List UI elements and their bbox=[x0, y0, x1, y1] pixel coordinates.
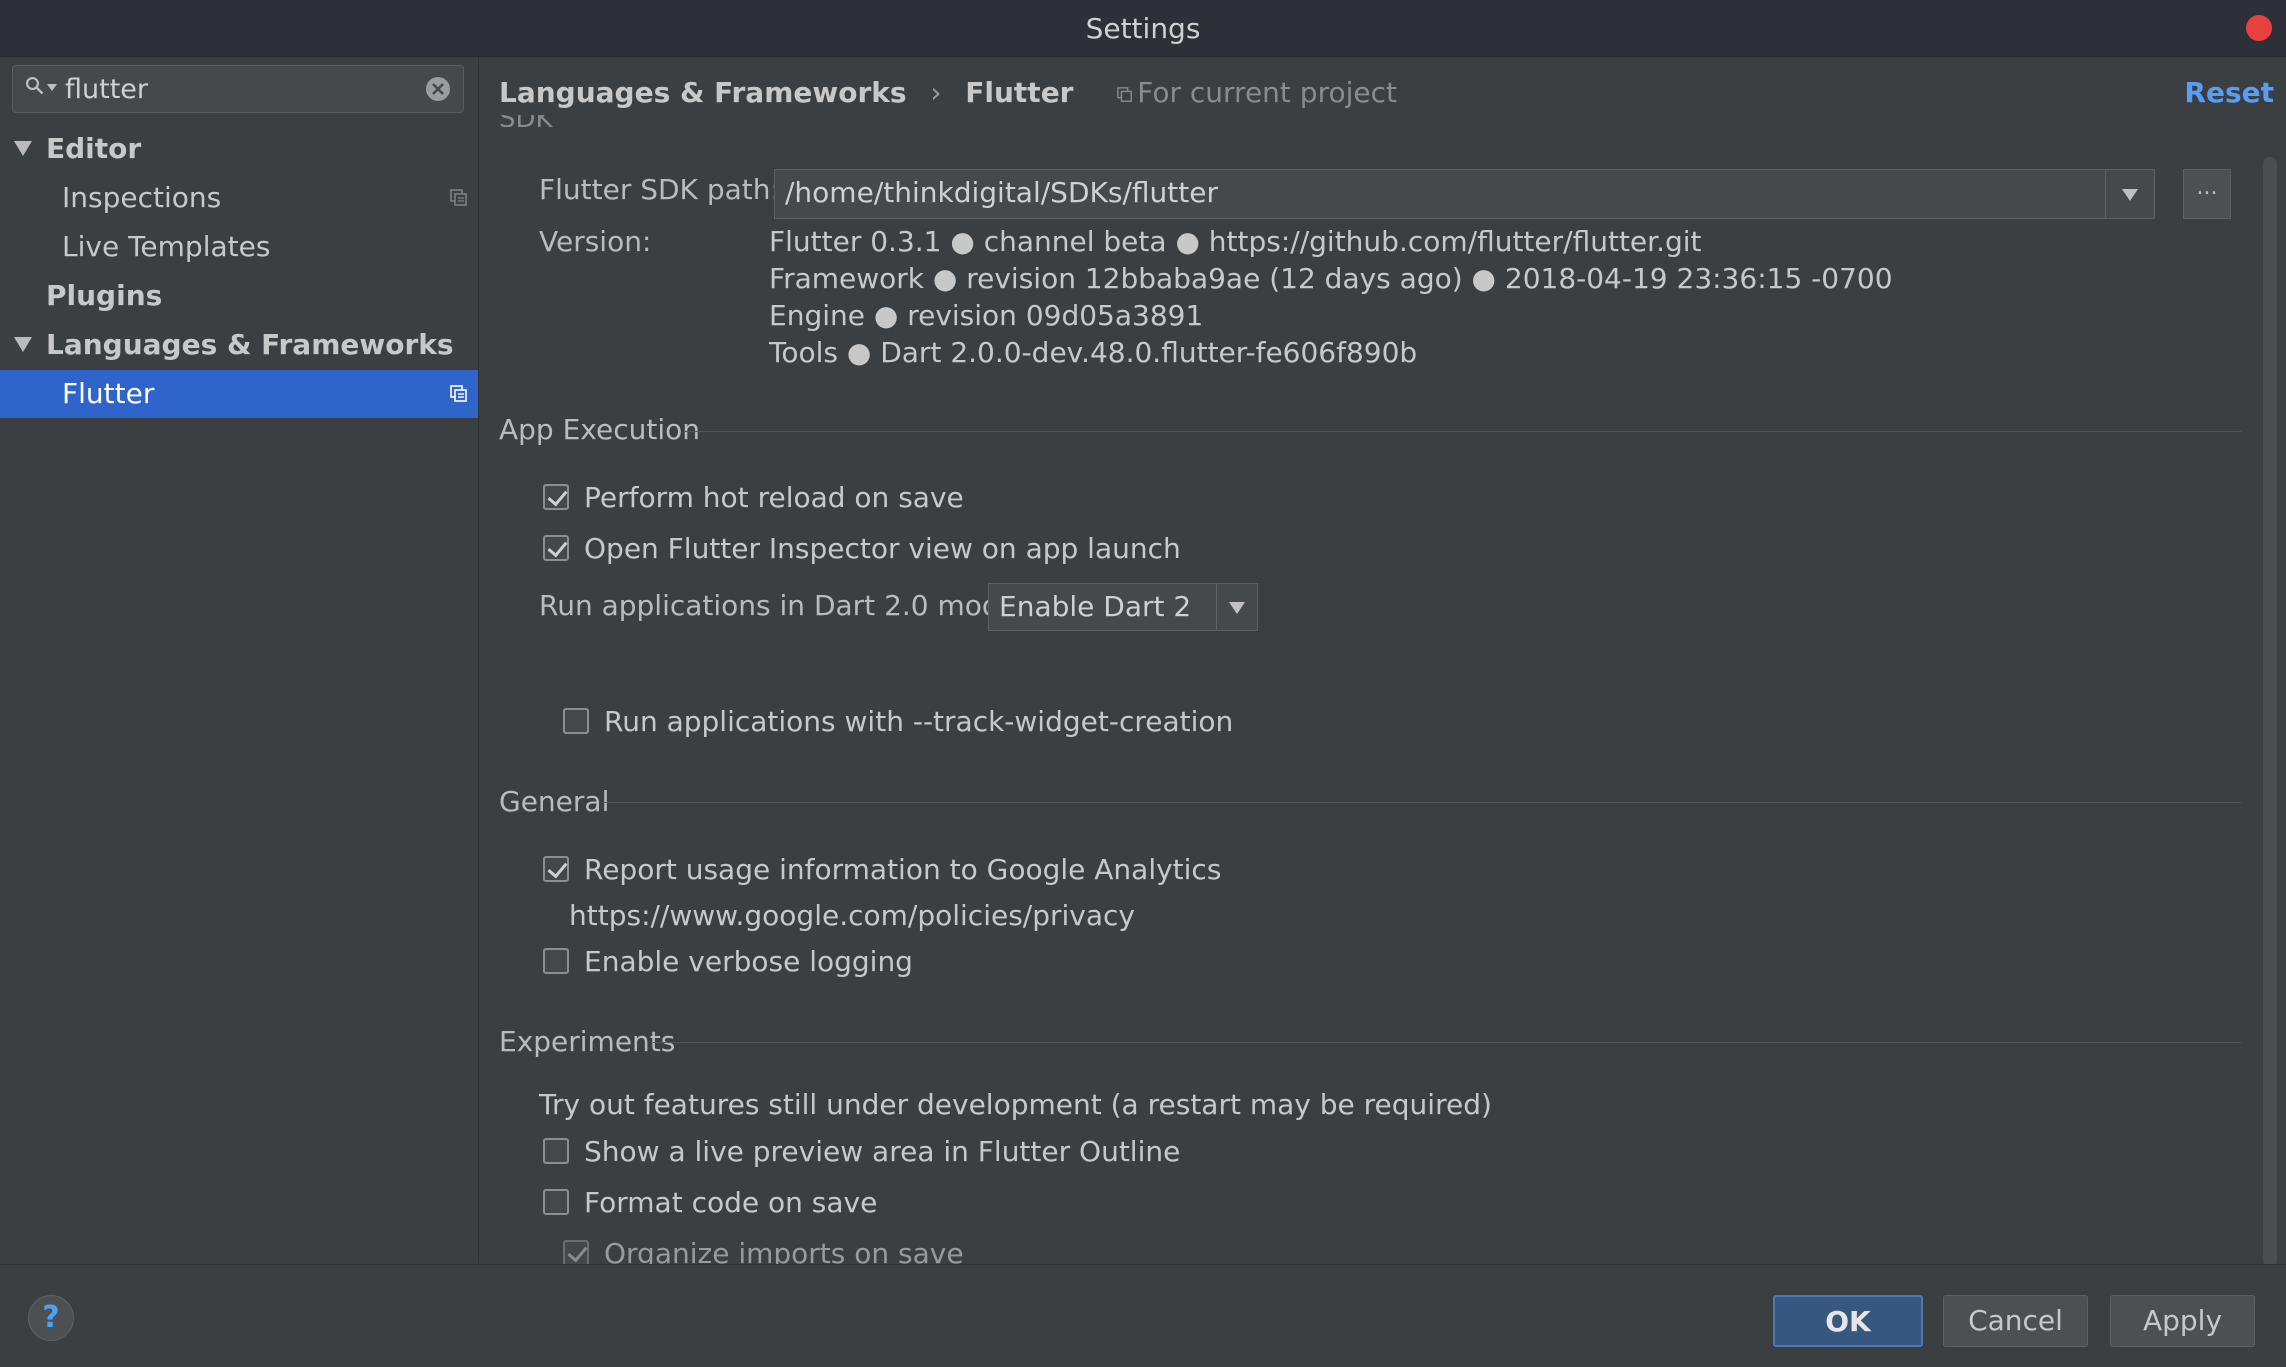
section-divider bbox=[653, 1042, 2241, 1043]
expand-triangle-icon[interactable] bbox=[14, 141, 32, 156]
privacy-url-text: https://www.google.com/policies/privacy bbox=[569, 899, 1135, 932]
cancel-button[interactable]: Cancel bbox=[1943, 1295, 2088, 1347]
project-scope-icon bbox=[450, 385, 467, 402]
organize-imports-checkbox bbox=[563, 1240, 589, 1266]
settings-sidebar: Editor Inspections Live Templates Plugin… bbox=[0, 57, 479, 1263]
window-title: Settings bbox=[1085, 12, 1201, 45]
chevron-down-icon bbox=[1229, 602, 1245, 614]
general-title: General bbox=[499, 785, 610, 818]
tree-item-plugins[interactable]: Plugins bbox=[0, 272, 478, 320]
tree-item-live-templates[interactable]: Live Templates bbox=[0, 223, 478, 271]
app-execution-title: App Execution bbox=[499, 413, 701, 446]
help-button[interactable]: ? bbox=[28, 1295, 74, 1341]
experiments-title: Experiments bbox=[499, 1025, 676, 1058]
dart-mode-value: Enable Dart 2 bbox=[999, 590, 1192, 623]
section-divider bbox=[685, 431, 2241, 432]
tree-item-editor[interactable]: Editor bbox=[0, 125, 478, 173]
tree-item-label: Plugins bbox=[46, 279, 163, 312]
tree-item-label: Editor bbox=[46, 132, 142, 165]
dart-mode-dropdown-button[interactable] bbox=[1216, 584, 1257, 630]
experiments-description: Try out features still under development… bbox=[539, 1088, 1492, 1121]
close-window-button[interactable] bbox=[2246, 15, 2272, 41]
track-widget-checkbox[interactable] bbox=[563, 708, 589, 734]
hot-reload-label[interactable]: Perform hot reload on save bbox=[584, 481, 964, 514]
format-on-save-checkbox[interactable] bbox=[543, 1189, 569, 1215]
search-icon bbox=[26, 77, 44, 95]
verbose-logging-checkbox[interactable] bbox=[543, 948, 569, 974]
tree-item-languages-frameworks[interactable]: Languages & Frameworks bbox=[0, 321, 478, 369]
project-scope-icon bbox=[1117, 87, 1133, 102]
scope-label: For current project bbox=[1137, 76, 1397, 109]
browse-sdk-button[interactable]: ... bbox=[2183, 169, 2231, 219]
hot-reload-checkbox[interactable] bbox=[543, 484, 569, 510]
tree-item-inspections[interactable]: Inspections bbox=[0, 174, 478, 222]
section-divider bbox=[601, 802, 2241, 803]
sdk-path-dropdown-button[interactable] bbox=[2105, 170, 2154, 218]
project-scope-icon bbox=[450, 189, 467, 206]
content-scrollbar[interactable] bbox=[2263, 157, 2277, 1267]
sdk-path-value: /home/thinkdigital/SDKs/flutter bbox=[785, 176, 1218, 209]
apply-button[interactable]: Apply bbox=[2110, 1295, 2255, 1347]
sdk-section-title-cut: SDK bbox=[499, 115, 553, 127]
track-widget-label[interactable]: Run applications with --track-widget-cre… bbox=[604, 705, 1233, 738]
reset-link[interactable]: Reset bbox=[2184, 71, 2274, 115]
breadcrumb-parent[interactable]: Languages & Frameworks bbox=[499, 76, 907, 109]
open-inspector-label[interactable]: Open Flutter Inspector view on app launc… bbox=[584, 532, 1181, 565]
dart-mode-select[interactable]: Enable Dart 2 bbox=[988, 583, 1258, 631]
tree-item-label: Languages & Frameworks bbox=[46, 328, 454, 361]
title-bar: Settings bbox=[0, 0, 2286, 57]
search-options-chevron-icon[interactable] bbox=[47, 84, 57, 92]
tree-item-flutter[interactable]: Flutter bbox=[0, 370, 478, 418]
version-line: Framework ● revision 12bbaba9ae (12 days… bbox=[769, 262, 1893, 295]
version-label: Version: bbox=[539, 225, 652, 258]
version-line: Engine ● revision 09d05a3891 bbox=[769, 299, 1204, 332]
breadcrumb-current: Flutter bbox=[965, 76, 1074, 109]
live-preview-label[interactable]: Show a live preview area in Flutter Outl… bbox=[584, 1135, 1180, 1168]
expand-triangle-icon[interactable] bbox=[14, 337, 32, 352]
dialog-footer: ? OK Cancel Apply bbox=[0, 1264, 2286, 1367]
dart-mode-label: Run applications in Dart 2.0 mode: bbox=[539, 589, 1027, 622]
report-usage-label[interactable]: Report usage information to Google Analy… bbox=[584, 853, 1221, 886]
report-usage-checkbox[interactable] bbox=[543, 856, 569, 882]
tree-item-label: Flutter bbox=[62, 377, 155, 410]
sdk-path-label: Flutter SDK path: bbox=[539, 173, 780, 206]
scope-indicator: For current project bbox=[1117, 76, 1397, 109]
format-on-save-label[interactable]: Format code on save bbox=[584, 1186, 877, 1219]
version-line: Flutter 0.3.1 ● channel beta ● https://g… bbox=[769, 225, 1702, 258]
breadcrumb: Languages & Frameworks › Flutter For cur… bbox=[499, 71, 1397, 115]
settings-content-panel: Languages & Frameworks › Flutter For cur… bbox=[479, 57, 2286, 1270]
tree-item-label: Live Templates bbox=[62, 230, 271, 263]
search-input[interactable] bbox=[63, 70, 427, 108]
chevron-down-icon bbox=[2122, 189, 2138, 201]
live-preview-checkbox[interactable] bbox=[543, 1138, 569, 1164]
verbose-logging-label[interactable]: Enable verbose logging bbox=[584, 945, 913, 978]
sdk-path-combobox[interactable]: /home/thinkdigital/SDKs/flutter bbox=[774, 169, 2155, 219]
version-line: Tools ● Dart 2.0.0-dev.48.0.flutter-fe60… bbox=[769, 336, 1418, 369]
tree-item-label: Inspections bbox=[62, 181, 222, 214]
open-inspector-checkbox[interactable] bbox=[543, 535, 569, 561]
ok-button[interactable]: OK bbox=[1773, 1295, 1923, 1347]
clear-search-icon[interactable] bbox=[425, 76, 451, 102]
breadcrumb-separator: › bbox=[930, 76, 942, 109]
settings-search[interactable] bbox=[12, 65, 464, 113]
